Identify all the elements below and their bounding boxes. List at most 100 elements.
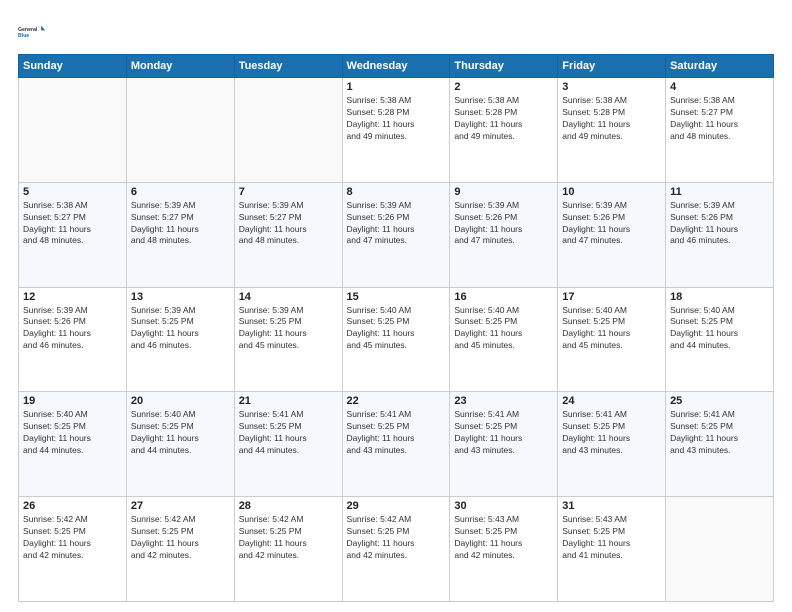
calendar-cell: 10Sunrise: 5:39 AMSunset: 5:26 PMDayligh… bbox=[558, 182, 666, 287]
cell-content: Sunrise: 5:39 AMSunset: 5:25 PMDaylight:… bbox=[239, 305, 338, 353]
cell-content: Sunrise: 5:42 AMSunset: 5:25 PMDaylight:… bbox=[23, 514, 122, 562]
day-number: 6 bbox=[131, 186, 230, 198]
cell-content: Sunrise: 5:38 AMSunset: 5:28 PMDaylight:… bbox=[454, 95, 553, 143]
day-number: 21 bbox=[239, 395, 338, 407]
calendar-cell bbox=[126, 78, 234, 183]
day-number: 4 bbox=[670, 81, 769, 93]
cell-content: Sunrise: 5:40 AMSunset: 5:25 PMDaylight:… bbox=[131, 409, 230, 457]
calendar-cell: 26 Sunrise: 5:42 AMSunset: 5:25 PMDayligh… bbox=[19, 497, 127, 602]
calendar-cell: 12 Sunrise: 5:39 AMSunset: 5:26 PMDayligh… bbox=[19, 287, 127, 392]
calendar-week-5: 26 Sunrise: 5:42 AMSunset: 5:25 PMDayligh… bbox=[19, 497, 774, 602]
day-number: 19 bbox=[23, 395, 122, 407]
cell-content: Sunrise: 5:42 AMSunset: 5:25 PMDaylight:… bbox=[131, 514, 230, 562]
day-header-thursday: Thursday bbox=[450, 55, 558, 78]
day-number: 22 bbox=[347, 395, 446, 407]
day-header-friday: Friday bbox=[558, 55, 666, 78]
cell-content: Sunrise: 5:42 AMSunset: 5:25 PMDaylight:… bbox=[347, 514, 446, 562]
calendar-cell: 22Sunrise: 5:41 AMSunset: 5:25 PMDayligh… bbox=[342, 392, 450, 497]
calendar-cell: 15 Sunrise: 5:40 AMSunset: 5:25 PMDayligh… bbox=[342, 287, 450, 392]
logo-icon: GeneralBlue bbox=[18, 18, 46, 46]
day-number: 2 bbox=[454, 81, 553, 93]
day-number: 7 bbox=[239, 186, 338, 198]
calendar-cell: 11 Sunrise: 5:39 AMSunset: 5:26 PMDayligh… bbox=[666, 182, 774, 287]
calendar-cell: 24Sunrise: 5:41 AMSunset: 5:25 PMDayligh… bbox=[558, 392, 666, 497]
day-number: 20 bbox=[131, 395, 230, 407]
day-number: 13 bbox=[131, 291, 230, 303]
cell-content: Sunrise: 5:42 AMSunset: 5:25 PMDaylight:… bbox=[239, 514, 338, 562]
cell-content: Sunrise: 5:39 AMSunset: 5:25 PMDaylight:… bbox=[131, 305, 230, 353]
calendar-cell: 9Sunrise: 5:39 AMSunset: 5:26 PMDaylight… bbox=[450, 182, 558, 287]
calendar-header-row: SundayMondayTuesdayWednesdayThursdayFrid… bbox=[19, 55, 774, 78]
day-number: 8 bbox=[347, 186, 446, 198]
cell-content: Sunrise: 5:39 AMSunset: 5:27 PMDaylight:… bbox=[239, 200, 338, 248]
day-number: 3 bbox=[562, 81, 661, 93]
calendar-cell: 2 Sunrise: 5:38 AMSunset: 5:28 PMDaylight… bbox=[450, 78, 558, 183]
day-number: 17 bbox=[562, 291, 661, 303]
calendar-week-1: 1 Sunrise: 5:38 AMSunset: 5:28 PMDaylight… bbox=[19, 78, 774, 183]
cell-content: Sunrise: 5:38 AMSunset: 5:28 PMDaylight:… bbox=[562, 95, 661, 143]
calendar-cell: 1 Sunrise: 5:38 AMSunset: 5:28 PMDaylight… bbox=[342, 78, 450, 183]
cell-content: Sunrise: 5:40 AMSunset: 5:25 PMDaylight:… bbox=[670, 305, 769, 353]
cell-content: Sunrise: 5:41 AMSunset: 5:25 PMDaylight:… bbox=[454, 409, 553, 457]
day-number: 16 bbox=[454, 291, 553, 303]
calendar-cell: 23Sunrise: 5:41 AMSunset: 5:25 PMDayligh… bbox=[450, 392, 558, 497]
calendar-week-2: 5Sunrise: 5:38 AMSunset: 5:27 PMDaylight… bbox=[19, 182, 774, 287]
cell-content: Sunrise: 5:41 AMSunset: 5:25 PMDaylight:… bbox=[239, 409, 338, 457]
calendar-cell: 28 Sunrise: 5:42 AMSunset: 5:25 PMDayligh… bbox=[234, 497, 342, 602]
calendar-week-3: 12 Sunrise: 5:39 AMSunset: 5:26 PMDayligh… bbox=[19, 287, 774, 392]
cell-content: Sunrise: 5:39 AMSunset: 5:26 PMDaylight:… bbox=[347, 200, 446, 248]
calendar-cell bbox=[19, 78, 127, 183]
day-number: 30 bbox=[454, 500, 553, 512]
calendar-cell: 3 Sunrise: 5:38 AMSunset: 5:28 PMDaylight… bbox=[558, 78, 666, 183]
day-number: 1 bbox=[347, 81, 446, 93]
calendar-cell: 31Sunrise: 5:43 AMSunset: 5:25 PMDayligh… bbox=[558, 497, 666, 602]
calendar-cell: 18 Sunrise: 5:40 AMSunset: 5:25 PMDayligh… bbox=[666, 287, 774, 392]
cell-content: Sunrise: 5:40 AMSunset: 5:25 PMDaylight:… bbox=[454, 305, 553, 353]
calendar-cell bbox=[666, 497, 774, 602]
calendar-cell: 4Sunrise: 5:38 AMSunset: 5:27 PMDaylight… bbox=[666, 78, 774, 183]
calendar-cell: 21 Sunrise: 5:41 AMSunset: 5:25 PMDayligh… bbox=[234, 392, 342, 497]
calendar-cell: 7 Sunrise: 5:39 AMSunset: 5:27 PMDaylight… bbox=[234, 182, 342, 287]
cell-content: Sunrise: 5:38 AMSunset: 5:28 PMDaylight:… bbox=[347, 95, 446, 143]
calendar-cell: 19Sunrise: 5:40 AMSunset: 5:25 PMDayligh… bbox=[19, 392, 127, 497]
cell-content: Sunrise: 5:41 AMSunset: 5:25 PMDaylight:… bbox=[670, 409, 769, 457]
day-header-saturday: Saturday bbox=[666, 55, 774, 78]
day-number: 18 bbox=[670, 291, 769, 303]
day-number: 29 bbox=[347, 500, 446, 512]
calendar-cell bbox=[234, 78, 342, 183]
cell-content: Sunrise: 5:40 AMSunset: 5:25 PMDaylight:… bbox=[347, 305, 446, 353]
page: GeneralBlue SundayMondayTuesdayWednesday… bbox=[0, 0, 792, 612]
day-number: 31 bbox=[562, 500, 661, 512]
cell-content: Sunrise: 5:40 AMSunset: 5:25 PMDaylight:… bbox=[562, 305, 661, 353]
cell-content: Sunrise: 5:39 AMSunset: 5:26 PMDaylight:… bbox=[23, 305, 122, 353]
day-number: 15 bbox=[347, 291, 446, 303]
day-header-tuesday: Tuesday bbox=[234, 55, 342, 78]
svg-text:Blue: Blue bbox=[18, 33, 29, 39]
svg-text:General: General bbox=[18, 27, 38, 33]
day-number: 14 bbox=[239, 291, 338, 303]
cell-content: Sunrise: 5:41 AMSunset: 5:25 PMDaylight:… bbox=[562, 409, 661, 457]
calendar-cell: 17 Sunrise: 5:40 AMSunset: 5:25 PMDayligh… bbox=[558, 287, 666, 392]
day-header-monday: Monday bbox=[126, 55, 234, 78]
cell-content: Sunrise: 5:39 AMSunset: 5:26 PMDaylight:… bbox=[670, 200, 769, 248]
day-number: 28 bbox=[239, 500, 338, 512]
calendar-cell: 27Sunrise: 5:42 AMSunset: 5:25 PMDayligh… bbox=[126, 497, 234, 602]
day-number: 11 bbox=[670, 186, 769, 198]
calendar-cell: 6 Sunrise: 5:39 AMSunset: 5:27 PMDaylight… bbox=[126, 182, 234, 287]
calendar-cell: 13 Sunrise: 5:39 AMSunset: 5:25 PMDayligh… bbox=[126, 287, 234, 392]
calendar-cell: 20 Sunrise: 5:40 AMSunset: 5:25 PMDayligh… bbox=[126, 392, 234, 497]
calendar-table: SundayMondayTuesdayWednesdayThursdayFrid… bbox=[18, 54, 774, 602]
day-number: 12 bbox=[23, 291, 122, 303]
day-number: 25 bbox=[670, 395, 769, 407]
cell-content: Sunrise: 5:39 AMSunset: 5:27 PMDaylight:… bbox=[131, 200, 230, 248]
day-header-wednesday: Wednesday bbox=[342, 55, 450, 78]
logo: GeneralBlue bbox=[18, 18, 46, 46]
cell-content: Sunrise: 5:38 AMSunset: 5:27 PMDaylight:… bbox=[23, 200, 122, 248]
day-number: 9 bbox=[454, 186, 553, 198]
header: GeneralBlue bbox=[18, 18, 774, 46]
calendar-cell: 8 Sunrise: 5:39 AMSunset: 5:26 PMDaylight… bbox=[342, 182, 450, 287]
day-header-sunday: Sunday bbox=[19, 55, 127, 78]
day-number: 26 bbox=[23, 500, 122, 512]
cell-content: Sunrise: 5:43 AMSunset: 5:25 PMDaylight:… bbox=[454, 514, 553, 562]
cell-content: Sunrise: 5:39 AMSunset: 5:26 PMDaylight:… bbox=[562, 200, 661, 248]
